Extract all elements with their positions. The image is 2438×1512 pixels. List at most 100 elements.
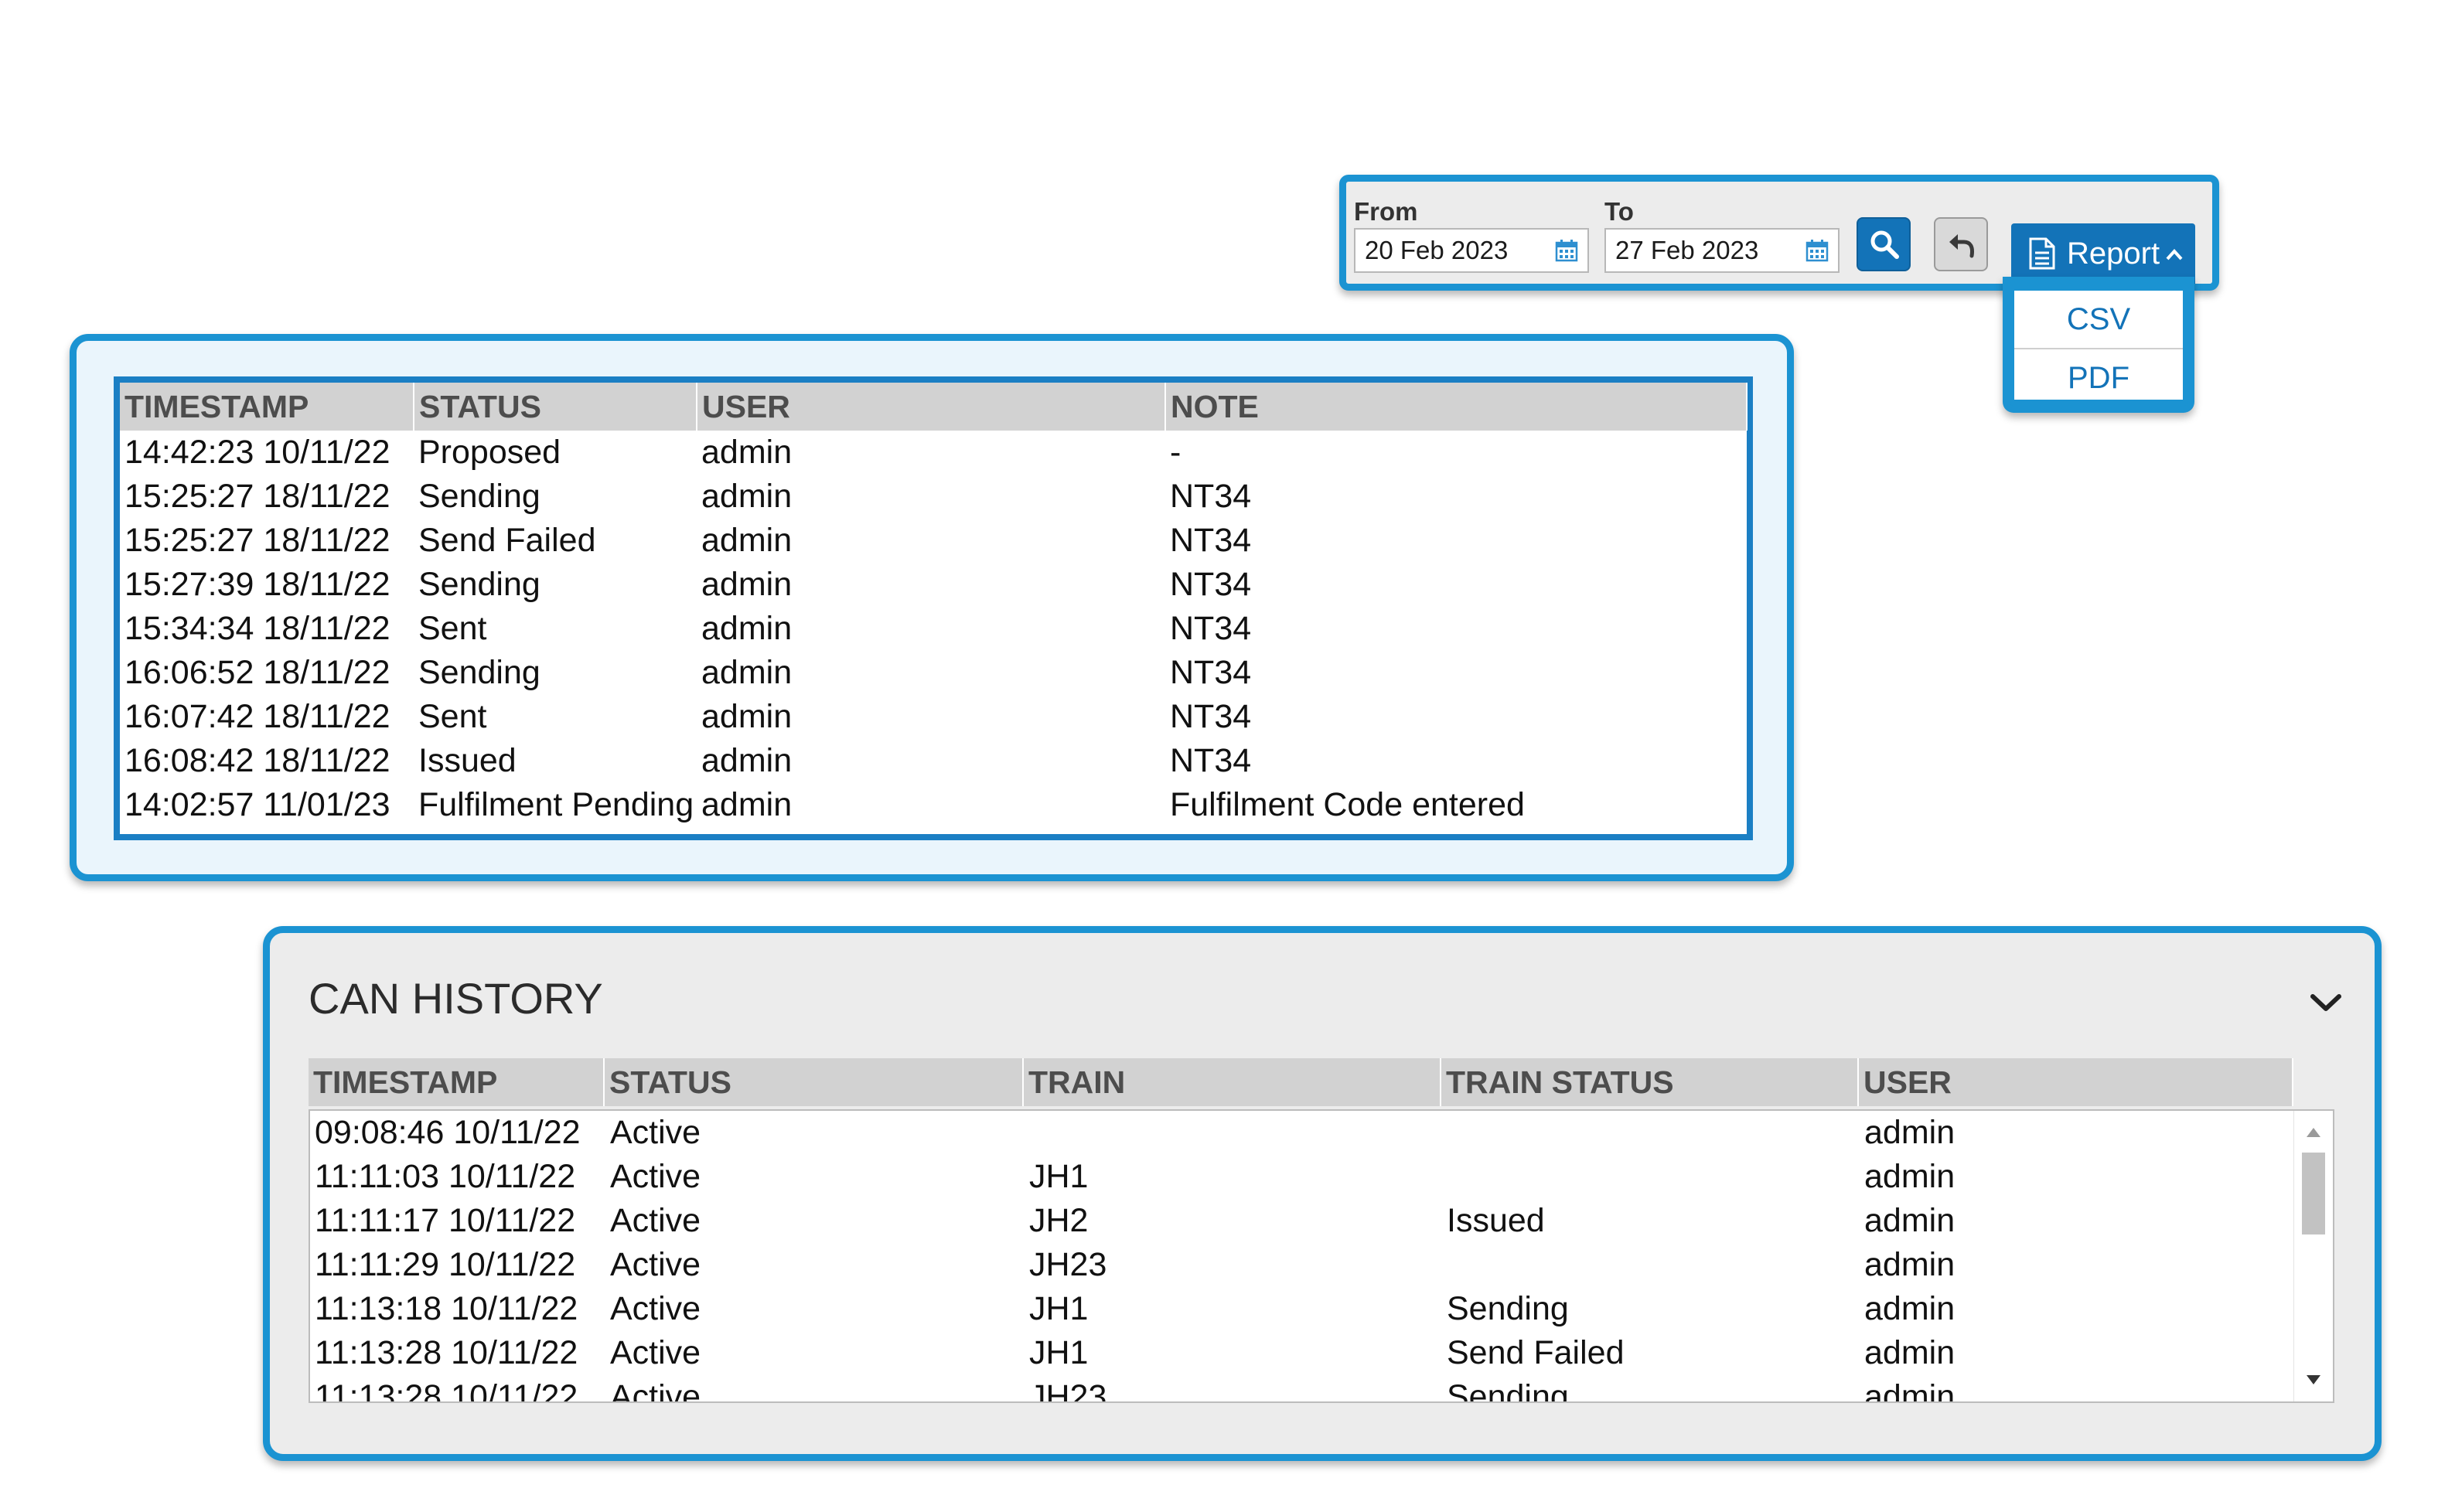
- train-status-cell: Issued: [1447, 1202, 1545, 1239]
- timestamp-cell: 16:06:52 18/11/22: [124, 654, 390, 691]
- table-row[interactable]: 11:11:17 10/11/22 Active JH2 Issued admi…: [310, 1199, 2294, 1243]
- status-cell: Active: [610, 1246, 701, 1283]
- table-row[interactable]: 14:02:57 11/01/23 Fulfilment Pending adm…: [120, 783, 1747, 827]
- train-status-cell: [1442, 1243, 1860, 1287]
- column-header-timestamp[interactable]: TIMESTAMP: [309, 1058, 605, 1106]
- user-cell: admin: [701, 698, 793, 735]
- user-cell: admin: [1864, 1114, 1956, 1151]
- timestamp-cell: 15:25:27 18/11/22: [124, 522, 390, 559]
- from-date-value: 20 Feb 2023: [1365, 236, 1509, 264]
- user-cell: admin: [1864, 1158, 1956, 1195]
- table-row[interactable]: 16:07:42 18/11/22 Sent admin NT34: [120, 695, 1747, 739]
- status-cell: Sent: [418, 698, 487, 735]
- user-cell: admin: [1864, 1334, 1956, 1371]
- status-cell: Active: [610, 1202, 701, 1239]
- timestamp-cell: 15:27:39 18/11/22: [124, 566, 390, 603]
- note-cell: NT34: [1170, 610, 1252, 647]
- can-history-table-header: TIMESTAMP STATUS TRAIN TRAIN STATUS USER: [309, 1058, 2293, 1106]
- status-cell: Sent: [418, 610, 487, 647]
- table-row[interactable]: 09:08:46 10/11/22 Active admin: [310, 1111, 2294, 1155]
- scroll-up-arrow-icon[interactable]: [2307, 1128, 2320, 1137]
- timestamp-cell: 16:07:42 18/11/22: [124, 698, 390, 735]
- report-option-csv[interactable]: CSV: [2014, 291, 2183, 348]
- train-status-cell: Sending: [1447, 1378, 1569, 1403]
- table-row[interactable]: 15:34:34 18/11/22 Sent admin NT34: [120, 607, 1747, 651]
- note-cell: NT34: [1170, 742, 1252, 779]
- status-cell: Active: [610, 1290, 701, 1327]
- user-cell: admin: [701, 478, 793, 515]
- status-cell: Sending: [418, 654, 540, 691]
- table-row[interactable]: 14:42:23 10/11/22 Proposed admin -: [120, 431, 1747, 475]
- note-cell: -: [1170, 434, 1181, 471]
- timestamp-cell: 11:13:28 10/11/22: [315, 1334, 578, 1371]
- user-cell: admin: [701, 566, 793, 603]
- column-header-user[interactable]: USER: [1858, 1058, 2293, 1106]
- report-button[interactable]: Report: [2011, 223, 2195, 284]
- table-header-row: TIMESTAMP STATUS TRAIN TRAIN STATUS USER: [309, 1058, 2293, 1106]
- column-header-timestamp[interactable]: TIMESTAMP: [120, 383, 414, 431]
- can-history-panel: CAN HISTORY TIMESTAMP STATUS TRAIN TRAIN…: [263, 926, 2382, 1461]
- status-cell: Issued: [418, 742, 517, 779]
- note-cell: Fulfilment Code entered: [1170, 786, 1525, 823]
- note-cell: NT34: [1170, 698, 1252, 735]
- column-header-train-status[interactable]: TRAIN STATUS: [1441, 1058, 1859, 1106]
- table-header-row: TIMESTAMP STATUS USER NOTE: [120, 383, 1748, 431]
- user-cell: admin: [1864, 1378, 1956, 1403]
- table-row[interactable]: 11:11:03 10/11/22 Active JH1 admin: [310, 1155, 2294, 1199]
- reset-button[interactable]: [1934, 217, 1988, 271]
- timestamp-cell: 14:02:57 11/01/23: [124, 786, 390, 823]
- status-history-table: TIMESTAMP STATUS USER NOTE 14:42:23 10/1…: [114, 376, 1753, 840]
- train-cell: JH1: [1029, 1334, 1089, 1371]
- timestamp-cell: 09:08:46 10/11/22: [315, 1114, 581, 1151]
- column-header-train[interactable]: TRAIN: [1023, 1058, 1441, 1106]
- column-header-user[interactable]: USER: [697, 383, 1166, 431]
- table-row[interactable]: 11:13:28 10/11/22 Active JH1 Send Failed…: [310, 1331, 2294, 1375]
- user-cell: admin: [701, 786, 793, 823]
- table-row[interactable]: 11:13:28 10/11/22 Active JH23 Sending ad…: [310, 1375, 2294, 1403]
- train-status-cell: [1442, 1111, 1860, 1155]
- column-header-status[interactable]: STATUS: [414, 383, 697, 431]
- from-date-input[interactable]: 20 Feb 2023: [1354, 228, 1589, 273]
- report-option-pdf[interactable]: PDF: [2014, 348, 2183, 407]
- note-cell: NT34: [1170, 522, 1252, 559]
- scroll-down-arrow-icon[interactable]: [2307, 1375, 2320, 1384]
- calendar-icon[interactable]: [1805, 239, 1829, 262]
- search-button[interactable]: [1857, 217, 1911, 271]
- timestamp-cell: 16:08:42 18/11/22: [124, 742, 390, 779]
- table-row[interactable]: 11:11:29 10/11/22 Active JH23 admin: [310, 1243, 2294, 1287]
- note-cell: NT34: [1170, 478, 1252, 515]
- status-cell: Active: [610, 1378, 701, 1403]
- user-cell: admin: [1864, 1290, 1956, 1327]
- table-row[interactable]: 15:25:27 18/11/22 Send Failed admin NT34: [120, 519, 1747, 563]
- panel-title: CAN HISTORY: [309, 974, 603, 1023]
- chevron-up-icon: [2166, 249, 2183, 261]
- table-row[interactable]: 15:25:27 18/11/22 Sending admin NT34: [120, 475, 1747, 519]
- train-cell: JH23: [1029, 1378, 1107, 1403]
- to-date-input[interactable]: 27 Feb 2023: [1604, 228, 1840, 273]
- user-cell: admin: [701, 434, 793, 471]
- status-cell: Proposed: [418, 434, 561, 471]
- document-icon: [2029, 237, 2055, 270]
- column-header-note[interactable]: NOTE: [1165, 383, 1748, 431]
- table-row[interactable]: 16:06:52 18/11/22 Sending admin NT34: [120, 651, 1747, 695]
- status-history-panel: TIMESTAMP STATUS USER NOTE 14:42:23 10/1…: [70, 334, 1794, 881]
- vertical-scrollbar[interactable]: [2293, 1111, 2333, 1401]
- train-cell: JH1: [1029, 1290, 1089, 1327]
- calendar-icon[interactable]: [1555, 239, 1578, 262]
- status-cell: Active: [610, 1334, 701, 1371]
- table-row[interactable]: 15:27:39 18/11/22 Sending admin NT34: [120, 563, 1747, 607]
- user-cell: admin: [1864, 1246, 1956, 1283]
- timestamp-cell: 11:11:17 10/11/22: [315, 1202, 576, 1239]
- status-cell: Send Failed: [418, 522, 596, 559]
- chevron-down-icon[interactable]: [2308, 990, 2344, 1015]
- column-header-status[interactable]: STATUS: [604, 1058, 1024, 1106]
- can-history-table-body[interactable]: 09:08:46 10/11/22 Active admin 11:11:03 …: [309, 1109, 2334, 1403]
- report-dropdown-menu: CSV PDF: [2003, 277, 2194, 413]
- user-cell: admin: [701, 654, 793, 691]
- user-cell: admin: [701, 610, 793, 647]
- status-cell: Sending: [418, 566, 540, 603]
- table-row[interactable]: 16:08:42 18/11/22 Issued admin NT34: [120, 739, 1747, 783]
- scrollbar-thumb[interactable]: [2302, 1153, 2325, 1234]
- table-row[interactable]: 11:13:18 10/11/22 Active JH1 Sending adm…: [310, 1287, 2294, 1331]
- timestamp-cell: 11:13:18 10/11/22: [315, 1290, 578, 1327]
